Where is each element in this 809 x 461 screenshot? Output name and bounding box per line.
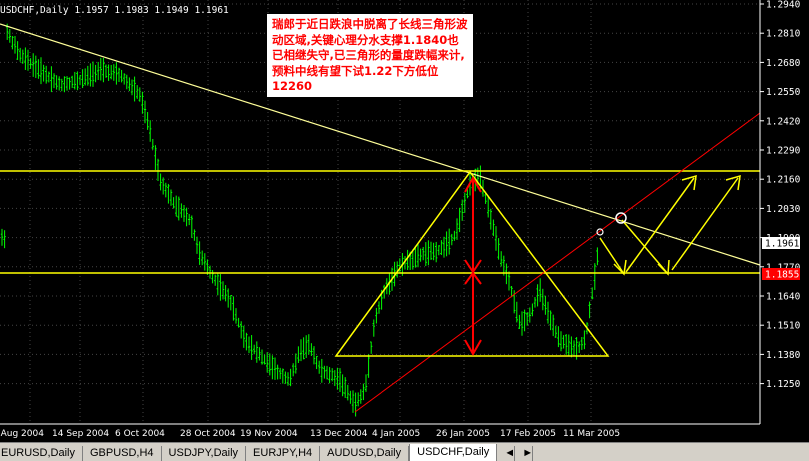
time-tick-label: 19 Nov 2004: [240, 429, 298, 439]
time-tick-label: 6 Oct 2004: [115, 429, 165, 439]
time-tick-label: 14 Sep 2004: [52, 429, 109, 439]
time-tick-label: 13 Dec 2004: [310, 429, 368, 439]
price-tick-label: 1.2810: [766, 29, 801, 40]
price-tick-label: 1.1510: [766, 321, 801, 332]
time-tick-label: 26 Jan 2005: [436, 429, 490, 439]
annotation-text: 瑞郎于近日跌浪中脱离了长线三角形波动区域,关键心理分水支撑1.1840也已相继失…: [272, 17, 468, 93]
chart-tab-usdchf-daily[interactable]: USDCHF,Daily: [409, 444, 498, 461]
time-tick-label: 17 Feb 2005: [500, 429, 556, 439]
time-tick-label: 8 Aug 2004: [0, 429, 44, 439]
price-tick-label: 1.1380: [766, 350, 801, 361]
chart-tab-audusd-daily[interactable]: AUDUSD,Daily: [320, 446, 410, 461]
tab-next-icon[interactable]: ►: [515, 446, 534, 461]
chart-tab-bar: EURUSD,Daily GBPUSD,H4 USDJPY,Daily EURJPY,…: [0, 442, 809, 461]
price-tick-label: 1.1640: [766, 292, 801, 303]
price-tick-label: 1.2940: [766, 0, 801, 11]
line-price-marker: 1.1855: [765, 270, 799, 281]
chart-tab-gbpusd-h4[interactable]: GBPUSD,H4: [83, 446, 162, 461]
price-tick-label: 1.1250: [766, 379, 801, 390]
chart-header: USDCHF,Daily 1.1957 1.1983 1.1949 1.1961: [0, 5, 229, 16]
chart-area[interactable]: 1.2940 1.2810 1.2680 1.2550 1.2420 1.2290 1.21…: [0, 0, 809, 442]
price-tick-label: 1.2420: [766, 116, 801, 127]
annotation-box[interactable]: 瑞郎于近日跌浪中脱离了长线三角形波动区域,关键心理分水支撑1.1840也已相继失…: [267, 14, 473, 97]
price-tick-label: 1.2030: [766, 204, 801, 215]
price-tick-label: 1.2550: [766, 87, 801, 98]
chart-tab-usdjpy-daily[interactable]: USDJPY,Daily: [162, 446, 247, 461]
price-axis: 1.2940 1.2810 1.2680 1.2550 1.2420 1.2290 1.21…: [759, 0, 801, 424]
time-tick-label: 28 Oct 2004: [180, 429, 236, 439]
time-tick-label: 4 Jan 2005: [372, 429, 420, 439]
price-tick-label: 1.2160: [766, 175, 801, 186]
current-price-marker: 1.1961: [765, 239, 800, 250]
tab-prev-icon[interactable]: ◄: [497, 446, 516, 461]
price-tick-label: 1.2290: [766, 146, 801, 157]
time-tick-label: 11 Mar 2005: [563, 429, 620, 439]
chart-tab-eurusd-daily[interactable]: EURUSD,Daily: [0, 446, 83, 461]
chart-tab-eurjpy-h4[interactable]: EURJPY,H4: [246, 446, 321, 461]
price-tick-label: 1.2680: [766, 58, 801, 69]
